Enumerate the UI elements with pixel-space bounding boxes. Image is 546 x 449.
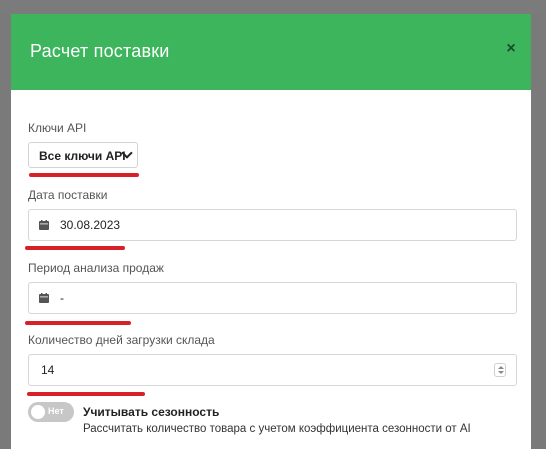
- annotation-underline: [27, 392, 145, 396]
- seasonality-title: Учитывать сезонность: [83, 405, 220, 419]
- api-keys-select-value: Все ключи API: [39, 149, 126, 163]
- sales-period-value: -: [60, 291, 64, 305]
- annotation-underline: [29, 173, 139, 177]
- seasonality-toggle[interactable]: Нет: [28, 402, 74, 422]
- supply-date-input[interactable]: 30.08.2023: [28, 209, 517, 241]
- supply-calculation-modal: Расчет поставки × Ключи API Все ключи AP…: [11, 14, 531, 449]
- supply-date-value: 30.08.2023: [60, 218, 121, 232]
- sales-period-input[interactable]: -: [28, 282, 517, 314]
- modal-title: Расчет поставки: [30, 41, 170, 61]
- toggle-state-label: Нет: [48, 406, 64, 416]
- api-keys-label: Ключи API: [28, 121, 87, 135]
- annotation-underline: [25, 246, 125, 250]
- modal-header: Расчет поставки ×: [11, 14, 531, 90]
- warehouse-days-input[interactable]: 14: [28, 354, 517, 386]
- warehouse-days-label: Количество дней загрузки склада: [28, 333, 215, 347]
- close-icon[interactable]: ×: [505, 41, 517, 57]
- sales-period-label: Период анализа продаж: [28, 261, 164, 275]
- calendar-icon: [39, 293, 49, 303]
- calendar-icon: [39, 220, 49, 230]
- spinner-icon[interactable]: [494, 363, 506, 377]
- annotation-underline: [25, 321, 131, 325]
- supply-date-label: Дата поставки: [28, 188, 108, 202]
- warehouse-days-value: 14: [41, 363, 55, 377]
- api-keys-select[interactable]: Все ключи API: [28, 142, 138, 168]
- seasonality-description: Рассчитать количество товара с учетом ко…: [83, 423, 471, 435]
- toggle-knob: [31, 405, 45, 419]
- page-topbar: [0, 0, 546, 14]
